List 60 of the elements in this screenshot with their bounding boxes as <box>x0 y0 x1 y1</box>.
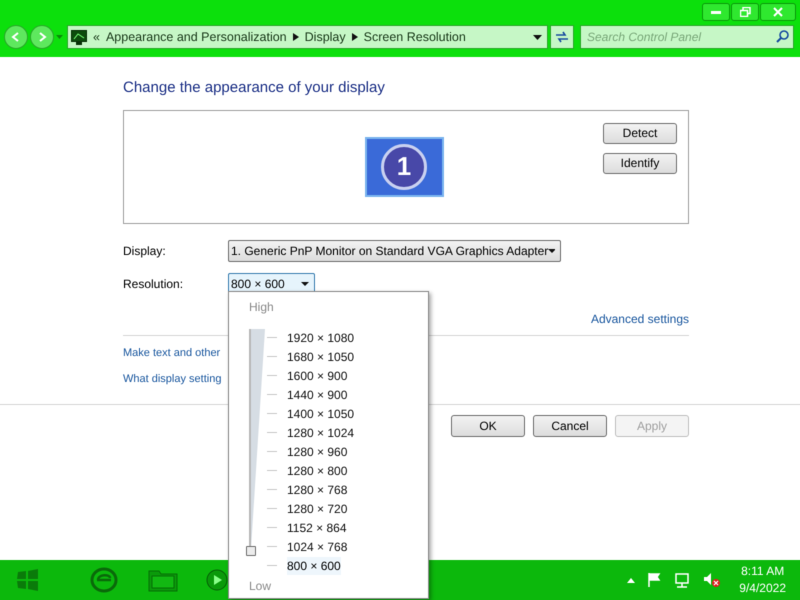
chevron-icon[interactable] <box>292 33 299 41</box>
refresh-button[interactable] <box>550 25 574 49</box>
dropdown-arrow-icon <box>548 248 555 252</box>
close-icon <box>773 7 783 17</box>
globe-e-icon[interactable] <box>90 567 118 593</box>
display-label: Display: <box>123 242 167 260</box>
resolution-option[interactable]: 1280 × 960 <box>287 442 348 460</box>
folder-icon[interactable] <box>148 568 178 592</box>
breadcrumb-item[interactable]: Appearance and Personalization <box>106 28 287 46</box>
resolution-option[interactable]: 1280 × 768 <box>287 480 348 498</box>
restore-icon <box>740 7 750 17</box>
network-icon[interactable] <box>673 572 692 588</box>
restore-button[interactable] <box>731 3 759 21</box>
forward-button[interactable] <box>30 25 54 49</box>
high-label: High <box>249 299 275 316</box>
resolution-option[interactable]: 1152 × 864 <box>287 518 347 536</box>
dialog-button[interactable]: Cancel <box>533 414 607 436</box>
monitor-number: 1 <box>396 150 412 183</box>
caret-icon[interactable] <box>56 35 63 39</box>
refresh-icon <box>555 31 569 43</box>
dropdown-arrow-icon[interactable] <box>533 34 542 40</box>
speaker-muted-icon[interactable] <box>703 572 722 588</box>
resolution-option[interactable]: 1400 × 1050 <box>287 404 354 422</box>
flag-icon[interactable] <box>647 573 662 587</box>
resolution-option[interactable]: 1280 × 1024 <box>287 424 354 442</box>
advanced-settings-link[interactable]: Advanced settings <box>590 310 689 328</box>
dialog-button[interactable]: OK <box>451 414 525 436</box>
search-field[interactable]: Search Control Panel <box>580 25 794 49</box>
minimize-icon <box>711 10 721 14</box>
resolution-option[interactable]: 1024 × 768 <box>287 538 348 556</box>
help-link[interactable]: Make text and other <box>123 344 220 361</box>
resolution-option[interactable]: 800 × 600 <box>287 556 341 574</box>
breadcrumb-item[interactable]: Display <box>304 28 346 46</box>
display-dropdown[interactable]: 1. Generic PnP Monitor on Standard VGA Graphics Adapter <box>228 240 561 262</box>
resolution-option[interactable]: 1440 × 900 <box>287 386 348 404</box>
monitor-action-button[interactable]: Detect <box>603 122 677 144</box>
show-hidden-icons-icon[interactable] <box>627 578 636 582</box>
resolution-option[interactable]: 1680 × 1050 <box>287 348 354 366</box>
monitor-icon <box>71 30 87 44</box>
address-bar[interactable]: « Appearance and Personalization Display Screen Resolution <box>67 25 548 49</box>
monitor-action-button[interactable]: Identify <box>603 152 677 174</box>
close-button[interactable] <box>760 3 796 21</box>
resolution-option[interactable]: 1280 × 720 <box>287 500 348 518</box>
page-heading: Change the appearance of your display <box>123 78 386 98</box>
search-icon <box>776 30 789 43</box>
low-label: Low <box>249 578 272 595</box>
resolution-label: Resolution: <box>123 276 184 292</box>
breadcrumb-overflow[interactable]: « <box>93 28 100 46</box>
breadcrumb-item[interactable]: Screen Resolution <box>364 28 466 46</box>
resolution-option[interactable]: 1920 × 1080 <box>287 328 354 346</box>
help-link[interactable]: What display setting <box>123 371 222 388</box>
monitor-thumbnail[interactable]: 1 <box>364 136 444 196</box>
resolution-option[interactable]: 1600 × 900 <box>287 366 348 384</box>
minimize-button[interactable] <box>702 3 730 21</box>
back-button[interactable] <box>4 25 28 49</box>
play-icon[interactable] <box>206 569 228 591</box>
dropdown-arrow-icon <box>301 282 309 286</box>
resolution-option[interactable]: 1280 × 800 <box>287 462 348 480</box>
slider-thumb[interactable] <box>246 546 256 556</box>
chevron-icon[interactable] <box>352 33 358 41</box>
